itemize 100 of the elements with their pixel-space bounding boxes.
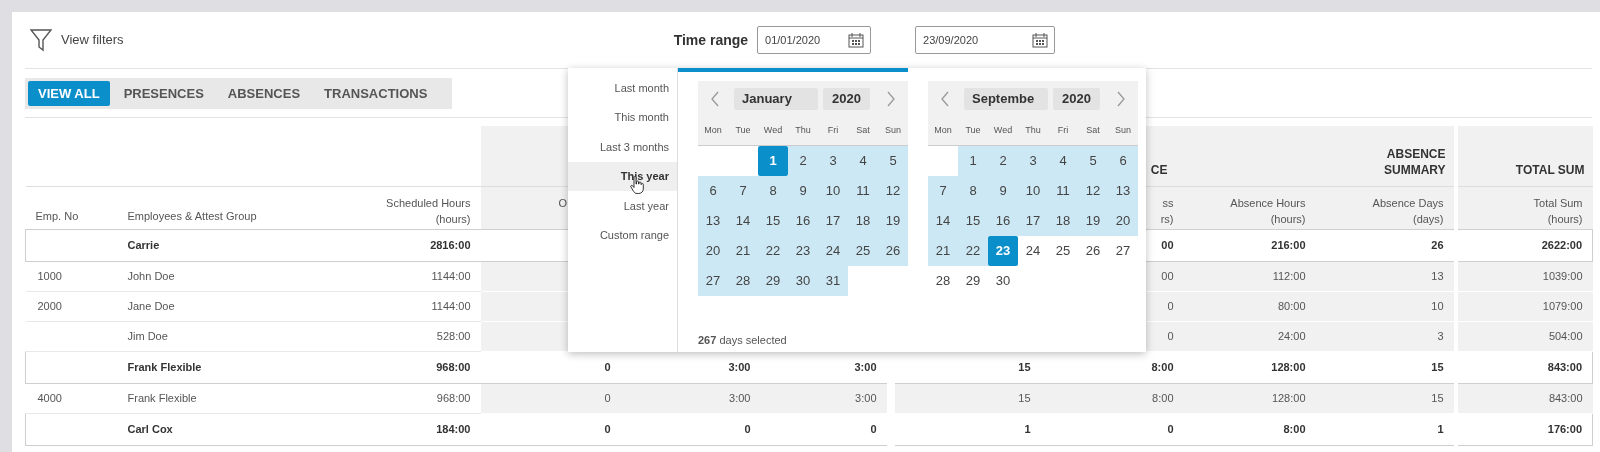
calendar-day[interactable]: 20 (698, 236, 728, 266)
calendar-day[interactable]: 17 (818, 206, 848, 236)
calendar-day[interactable]: 5 (1078, 146, 1108, 176)
days-selected-text: 267 days selected (698, 333, 787, 348)
calendar-day[interactable]: 14 (928, 206, 958, 236)
calendar-day[interactable]: 15 (958, 206, 988, 236)
view-filters-link[interactable]: View filters (61, 30, 124, 50)
preset-option[interactable]: This year (568, 161, 677, 191)
calendar-day[interactable]: 13 (1108, 176, 1138, 206)
tab[interactable]: VIEW ALL (28, 81, 110, 106)
weekday-label: Tue (964, 124, 982, 138)
month-select[interactable]: January (734, 88, 818, 110)
calendar-day[interactable]: 3 (818, 146, 848, 176)
start-date-field[interactable]: 01/01/2020 (757, 26, 872, 54)
calendar-day[interactable]: 23 (788, 236, 818, 266)
tab[interactable]: ABSENCES (217, 81, 311, 106)
preset-option[interactable]: Last year (568, 191, 677, 221)
calendar-day[interactable]: 8 (758, 176, 788, 206)
table-cell: 528:00 (436, 329, 471, 342)
preset-option[interactable]: Last 3 months (568, 132, 677, 162)
year-select[interactable]: 2020 (823, 88, 870, 110)
calendar-day[interactable]: 19 (1078, 206, 1108, 236)
calendar-day[interactable]: 27 (1108, 236, 1138, 266)
table-cell: 3 (1437, 329, 1444, 342)
calendar-day[interactable]: 24 (1018, 236, 1048, 266)
end-date-field[interactable]: 23/09/2020 (915, 26, 1056, 54)
next-month-button[interactable] (886, 91, 896, 107)
calendar-day[interactable]: 8 (958, 176, 988, 206)
calendar-day[interactable]: 14 (728, 206, 758, 236)
calendar-day[interactable]: 23 (988, 236, 1018, 266)
calendar-day[interactable]: 6 (1108, 146, 1138, 176)
calendar-day[interactable]: 22 (758, 236, 788, 266)
preset-option[interactable]: This month (568, 102, 677, 132)
calendar-day[interactable]: 4 (848, 146, 878, 176)
calendar-day[interactable]: 17 (1018, 206, 1048, 236)
previous-month-button[interactable] (940, 91, 950, 107)
calendar-day[interactable]: 26 (878, 236, 908, 266)
table-cell: 8:00 (1152, 391, 1174, 404)
table-cell: 0 (604, 422, 611, 435)
calendar-day[interactable]: 29 (958, 266, 988, 296)
calendar-day[interactable]: 30 (988, 266, 1018, 296)
calendar-day[interactable]: 12 (878, 176, 908, 206)
calendar-day[interactable]: 16 (788, 206, 818, 236)
calendar-day[interactable]: 2 (988, 146, 1018, 176)
calendar-icon[interactable] (1032, 32, 1049, 48)
calendar-day[interactable]: 31 (818, 266, 848, 296)
calendar-day[interactable]: 10 (818, 176, 848, 206)
previous-month-button[interactable] (710, 91, 720, 107)
calendar-day[interactable]: 9 (988, 176, 1018, 206)
calendar-day[interactable]: 25 (848, 236, 878, 266)
tab[interactable]: PRESENCES (113, 81, 214, 106)
calendar-day[interactable]: 13 (698, 206, 728, 236)
year-select[interactable]: 2020 (1053, 88, 1100, 110)
table-cell: 1079:00 (1542, 299, 1583, 312)
calendar-day[interactable]: 28 (728, 266, 758, 296)
calendar-day[interactable]: 27 (698, 266, 728, 296)
calendar-day[interactable]: 21 (728, 236, 758, 266)
month-select[interactable]: Septembe (964, 88, 1048, 110)
calendar-day[interactable]: 7 (728, 176, 758, 206)
preset-option[interactable]: Custom range (568, 220, 677, 250)
calendar-day[interactable]: 28 (928, 266, 958, 296)
calendar-day[interactable]: 24 (818, 236, 848, 266)
table-cell: Carl Cox (127, 422, 173, 435)
calendar-day[interactable]: 11 (848, 176, 878, 206)
calendar-day[interactable]: 4 (1048, 146, 1078, 176)
weekday-label: Sat (855, 124, 871, 138)
filter-icon[interactable] (30, 28, 52, 52)
calendar-day[interactable]: 12 (1078, 176, 1108, 206)
calendar-day[interactable]: 22 (958, 236, 988, 266)
calendar-icon[interactable] (848, 32, 865, 48)
calendar-day[interactable]: 15 (758, 206, 788, 236)
calendar-day[interactable]: 21 (928, 236, 958, 266)
table-cell: 1039:00 (1542, 269, 1583, 282)
calendar-day[interactable]: 2 (788, 146, 818, 176)
calendar-day[interactable]: 7 (928, 176, 958, 206)
column-header: Employees & Attest Group (127, 209, 257, 222)
calendar-day[interactable]: 25 (1048, 236, 1078, 266)
calendar-day[interactable]: 16 (988, 206, 1018, 236)
calendar-day[interactable]: 18 (848, 206, 878, 236)
calendar-day[interactable]: 19 (878, 206, 908, 236)
calendar-day[interactable]: 30 (788, 266, 818, 296)
calendar-day[interactable]: 1 (958, 146, 988, 176)
column-header: Emp. No (35, 209, 79, 222)
calendar-day[interactable]: 26 (1078, 236, 1108, 266)
calendar-day[interactable]: 3 (1018, 146, 1048, 176)
calendar-day[interactable]: 1 (758, 146, 788, 176)
calendar-day[interactable]: 11 (1048, 176, 1078, 206)
calendar-day[interactable]: 9 (788, 176, 818, 206)
calendar-day[interactable]: 20 (1108, 206, 1138, 236)
weekday-label: Wed (992, 124, 1014, 138)
calendar-day[interactable]: 6 (698, 176, 728, 206)
calendar-day[interactable]: 18 (1048, 206, 1078, 236)
calendar-day[interactable]: 29 (758, 266, 788, 296)
calendar-day[interactable]: 10 (1018, 176, 1048, 206)
next-month-button[interactable] (1116, 91, 1126, 107)
weekday-label: Thu (794, 124, 812, 138)
calendar-day[interactable]: 5 (878, 146, 908, 176)
table-cell: 15 (1018, 391, 1031, 404)
tab[interactable]: TRANSACTIONS (314, 81, 438, 106)
preset-option[interactable]: Last month (568, 73, 677, 103)
